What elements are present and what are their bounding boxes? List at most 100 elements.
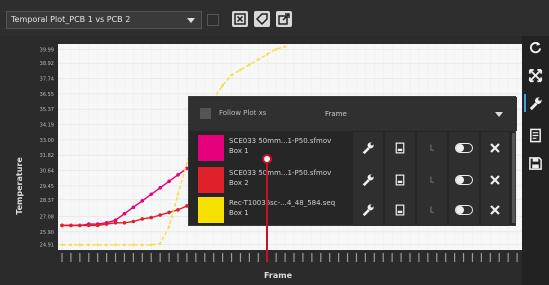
chevron-down-icon [495,112,503,117]
remove-button[interactable] [481,132,509,164]
close-window-button[interactable] [232,11,248,27]
data-point [140,217,145,221]
x-tick-mark [364,253,366,262]
x-tick-mark [427,253,429,262]
series-box: Box 2 [229,179,249,187]
visibility-toggle[interactable] [449,194,479,226]
data-point [113,220,118,225]
right-sidebar [522,36,549,285]
x-tick-mark [382,253,384,262]
data-point [149,192,154,197]
axis-l-label: L [429,205,435,215]
remove-button[interactable] [481,164,509,196]
data-point [158,242,162,245]
x-tick-mark [97,253,99,262]
x-tick-mark [204,253,206,262]
x-tick-mark [222,253,224,262]
overlay-scrollbar[interactable] [512,133,515,223]
x-tick-mark [454,253,456,262]
color-swatch[interactable] [198,197,224,223]
report-icon [395,204,405,216]
series-box: Box 1 [229,209,249,217]
close-icon [490,175,500,185]
axis-l-toggle[interactable]: L [417,132,447,164]
x-tick-mark [373,253,375,262]
series-row: Rec-T10036sc-...4_48_584.seq Box 1 L [189,194,517,226]
report-button[interactable] [528,128,543,143]
remove-button[interactable] [481,194,509,226]
data-point [87,243,91,247]
color-swatch[interactable] [198,135,224,161]
expand-button[interactable] [254,11,270,27]
x-tick-mark [150,253,152,262]
color-swatch[interactable] [198,167,224,193]
x-tick-mark [114,253,117,262]
popout-button[interactable] [276,11,292,27]
axis-l-toggle[interactable]: L [417,194,447,226]
x-tick-mark [168,253,170,262]
y-axis-ticks: 24.91 25.90 27.08 28.37 29.45 30.64 31.82 33.00… [40,47,54,248]
x-tick-mark [471,253,474,262]
data-point [239,68,242,72]
checkbox-icon[interactable] [207,14,219,26]
wrench-icon [362,204,374,217]
settings-wrench-button[interactable] [528,96,543,111]
report-button[interactable] [385,164,415,196]
x-tick-mark [230,253,233,262]
x-tick-mark [507,253,509,262]
frame-select[interactable]: Frame [319,106,509,122]
series-file: SCE033 50mm...1-P50.sfmov [229,169,332,177]
data-point [265,53,269,56]
x-tick-mark [239,253,242,262]
report-icon [395,142,405,154]
data-point [60,223,64,228]
axis-l-toggle[interactable]: L [417,164,447,196]
data-point [122,211,127,216]
x-tick-mark [159,253,161,262]
x-tick-mark [391,253,393,262]
data-point [283,45,287,48]
report-button[interactable] [385,132,415,164]
x-tick-mark [177,253,179,262]
x-tick-mark [293,253,295,262]
edit-button[interactable] [353,194,383,226]
follow-checkbox[interactable] [200,108,211,119]
data-point [95,223,100,228]
toggle-icon [455,175,473,185]
series-name: SCE033 50mm...1-P50.sfmov Box 1 [229,136,351,156]
data-point [257,58,260,61]
follow-label: Follow Plot xs [219,109,267,117]
shuffle-button[interactable] [528,68,543,83]
x-tick-mark [338,253,340,262]
series-row: SCE033 50mm...1-P50.sfmov Box 2 L [189,164,517,196]
axis-l-label: L [429,175,435,185]
visibility-toggle[interactable] [449,132,479,164]
x-tick-mark [132,253,134,262]
data-point [158,186,162,190]
y-axis-label: Temperature [15,157,24,215]
data-point [140,198,145,203]
data-point [96,243,99,247]
x-tick-mark [418,253,420,262]
x-tick-mark [311,253,313,262]
series-name: Rec-T10036sc-...4_48_584.seq Box 1 [229,198,351,218]
data-point [158,213,162,217]
edit-button[interactable] [353,164,383,196]
close-window-icon [234,13,246,25]
refresh-button[interactable] [528,40,543,55]
x-tick-mark [88,253,90,262]
save-button[interactable] [528,156,543,171]
plot-select[interactable]: Temporal Plot_PCB 1 vs PCB 2 [6,11,219,29]
series-row: SCE033 50mm...1-P50.sfmov Box 1 L [189,132,517,164]
x-tick-mark [445,253,447,262]
data-point [141,243,144,247]
data-point [274,47,278,51]
x-tick-mark [516,253,518,262]
data-point [167,179,171,184]
y-tick-label: 27.08 [40,215,54,221]
edit-button[interactable] [353,132,383,164]
x-tick-mark [79,253,81,262]
visibility-toggle[interactable] [449,164,479,196]
report-button[interactable] [385,194,415,226]
series-overlay-panel: Follow Plot xs Frame SCE033 50mm...1-P50… [188,96,517,226]
